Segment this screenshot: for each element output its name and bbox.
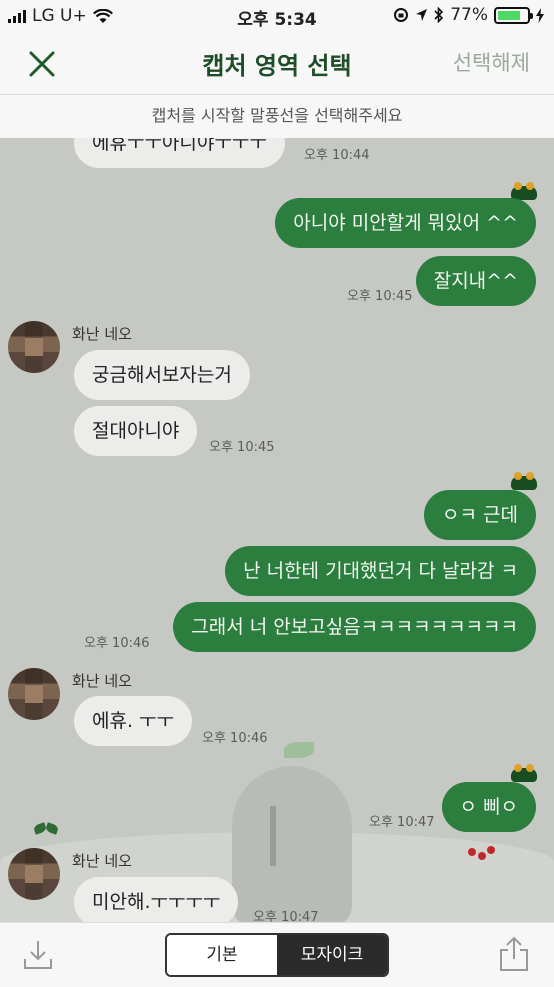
avatar[interactable] (8, 848, 60, 900)
message-time: 오후 10:46 (84, 636, 150, 651)
message-bubble[interactable]: ㅇ 삐ㅇ (441, 782, 536, 832)
battery-icon (494, 6, 533, 24)
share-icon (500, 936, 528, 971)
sender-name: 화난 네오 (72, 325, 132, 343)
message-bubble[interactable]: 궁금해서보자는거 (74, 350, 250, 400)
share-button[interactable] (496, 935, 532, 973)
message-time: 오후 10:47 (369, 815, 435, 830)
deselect-button[interactable]: 선택해제 (453, 47, 530, 77)
sprout-icon (34, 824, 60, 838)
message-bubble[interactable]: 아니야 미안할게 뭐있어 ^^ (275, 198, 536, 248)
message-time: 오후 10:45 (347, 289, 413, 304)
message-bubble[interactable]: 그래서 너 안보고싶음ㅋㅋㅋㅋㅋㅋㅋㅋㅋ (173, 602, 536, 652)
message-time: 오후 10:47 (253, 910, 319, 922)
frog-sticker-icon (511, 472, 537, 490)
chat-area[interactable]: 에휴ㅜㅜ아니야ㅜㅜㅜ 오후 10:44 아니야 미안할게 뭐있어 ^^ 잘지내^… (0, 138, 554, 922)
message-time: 오후 10:46 (202, 731, 268, 746)
rotation-lock-icon (394, 8, 409, 22)
message-bubble[interactable]: 절대아니야 (74, 406, 198, 456)
avatar[interactable] (8, 321, 60, 373)
mode-toggle: 기본 모자이크 (165, 933, 389, 977)
bluetooth-icon (434, 7, 444, 23)
location-icon (416, 9, 428, 21)
message-time: 오후 10:45 (209, 440, 275, 455)
instruction-banner: 캡처를 시작할 말풍선을 선택해주세요 (0, 94, 554, 138)
status-right: 77% (393, 5, 544, 25)
mascot-illustration (222, 736, 372, 922)
message-bubble[interactable]: 미안해.ㅜㅜㅜㅜ (74, 877, 239, 922)
message-time: 오후 10:44 (304, 148, 370, 163)
status-bar: LG U+ 오후 5:34 77% (0, 0, 554, 32)
header: 캡처 영역 선택 선택해제 (0, 32, 554, 94)
frog-sticker-icon (511, 764, 537, 782)
mode-basic-option[interactable]: 기본 (167, 935, 277, 975)
message-bubble[interactable]: 에휴ㅜㅜ아니야ㅜㅜㅜ (74, 138, 285, 168)
frog-sticker-icon (511, 182, 537, 200)
message-bubble[interactable]: ㅇㅋ 근데 (424, 490, 536, 540)
battery-fill (498, 10, 520, 20)
bottom-toolbar: 기본 모자이크 (0, 922, 554, 987)
message-bubble[interactable]: 에휴. ㅜㅜ (74, 696, 192, 746)
cherry-icon (468, 834, 498, 864)
message-bubble[interactable]: 잘지내^^ (415, 256, 536, 306)
sender-name: 화난 네오 (72, 852, 132, 870)
battery-percent: 77% (450, 5, 488, 25)
avatar[interactable] (8, 668, 60, 720)
message-bubble[interactable]: 난 너한테 기대했던거 다 날라감 ㅋ (225, 546, 536, 596)
download-button[interactable] (20, 937, 56, 973)
sender-name: 화난 네오 (72, 672, 132, 690)
charging-icon (536, 7, 544, 23)
mode-mosaic-option[interactable]: 모자이크 (277, 935, 387, 975)
download-icon (24, 941, 52, 969)
